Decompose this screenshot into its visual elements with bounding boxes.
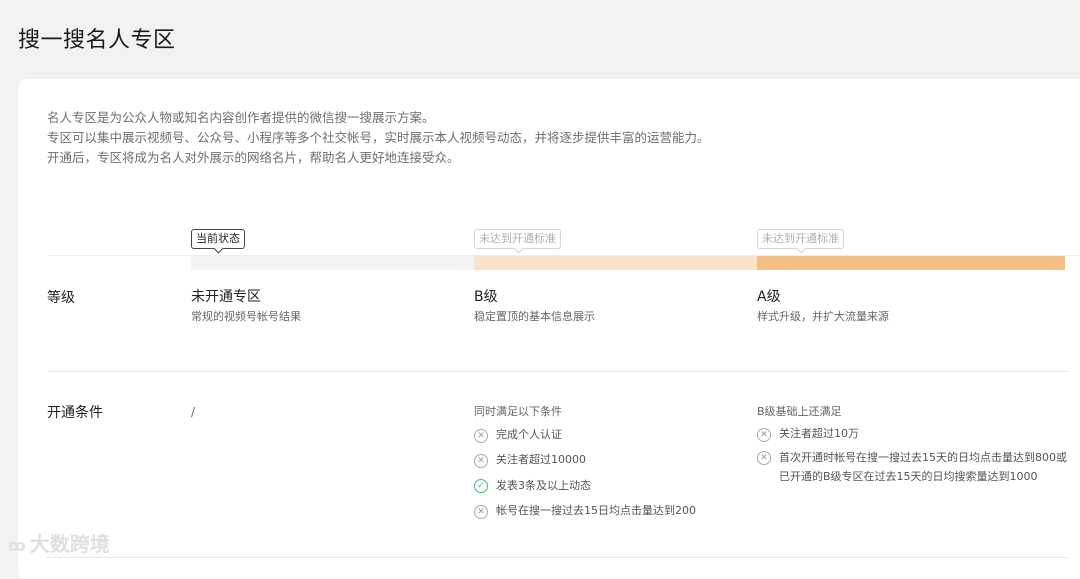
level-desc-none: 常规的视频号帐号结果 — [191, 310, 301, 323]
b-level-status-tag: 未达到开通标准 — [474, 229, 561, 249]
x-circle-icon: ✕ — [474, 429, 488, 443]
intro-line: 开通后，专区将成为名人对外展示的网络名片，帮助名人更好地连接受众。 — [47, 150, 460, 165]
watermark-logo-icon: ꝏ — [8, 536, 26, 555]
level-bar-b — [474, 256, 757, 270]
level-name-none: 未开通专区 — [191, 289, 261, 305]
intro-text: 名人专区是为公众人物或知名内容创作者提供的微信搜一搜展示方案。 专区可以集中展示… — [47, 108, 710, 168]
divider — [47, 557, 1068, 558]
level-name-a: A级 — [757, 289, 781, 305]
x-circle-icon: ✕ — [757, 451, 771, 465]
level-row-label: 等级 — [47, 290, 75, 306]
a-condition-item-cont: 已开通的B级专区在过去15天的日均搜索量达到1000 — [779, 470, 1038, 483]
a-condition-item: 关注者超过10万 — [779, 427, 859, 440]
level-bar-none — [191, 256, 474, 270]
a-level-status-tag: 未达到开通标准 — [757, 229, 844, 249]
current-status-tag: 当前状态 — [191, 229, 245, 249]
watermark-text: 大数跨境 — [29, 532, 110, 556]
no-condition-value: / — [191, 405, 196, 419]
b-condition-item: 完成个人认证 — [496, 428, 562, 441]
x-circle-icon: ✕ — [474, 454, 488, 468]
intro-line: 专区可以集中展示视频号、公众号、小程序等多个社交帐号，实时展示本人视频号动态，并… — [47, 130, 710, 145]
watermark: ꝏ 大数跨境 — [8, 528, 110, 557]
b-condition-item: 发表3条及以上动态 — [496, 479, 591, 492]
x-circle-icon: ✕ — [474, 505, 488, 519]
b-conditions-heading: 同时满足以下条件 — [474, 405, 562, 418]
a-condition-item: 首次开通时帐号在搜一搜过去15天的日均点击量达到800或 — [779, 451, 1067, 464]
level-desc-a: 样式升级，并扩大流量来源 — [757, 310, 889, 323]
b-condition-item: 关注者超过10000 — [496, 453, 586, 466]
page-title: 搜一搜名人专区 — [18, 28, 176, 53]
b-condition-item: 帐号在搜一搜过去15日均点击量达到200 — [496, 504, 696, 517]
a-conditions-heading: B级基础上还满足 — [757, 405, 842, 418]
intro-line: 名人专区是为公众人物或知名内容创作者提供的微信搜一搜展示方案。 — [47, 110, 435, 125]
x-circle-icon: ✕ — [757, 428, 771, 442]
content-card: 名人专区是为公众人物或知名内容创作者提供的微信搜一搜展示方案。 专区可以集中展示… — [18, 79, 1080, 579]
check-circle-icon: ✓ — [474, 479, 488, 493]
level-name-b: B级 — [474, 289, 498, 305]
divider — [47, 371, 1068, 372]
level-bar-a — [757, 256, 1065, 270]
level-desc-b: 稳定置顶的基本信息展示 — [474, 310, 595, 323]
conditions-row-label: 开通条件 — [47, 405, 103, 421]
